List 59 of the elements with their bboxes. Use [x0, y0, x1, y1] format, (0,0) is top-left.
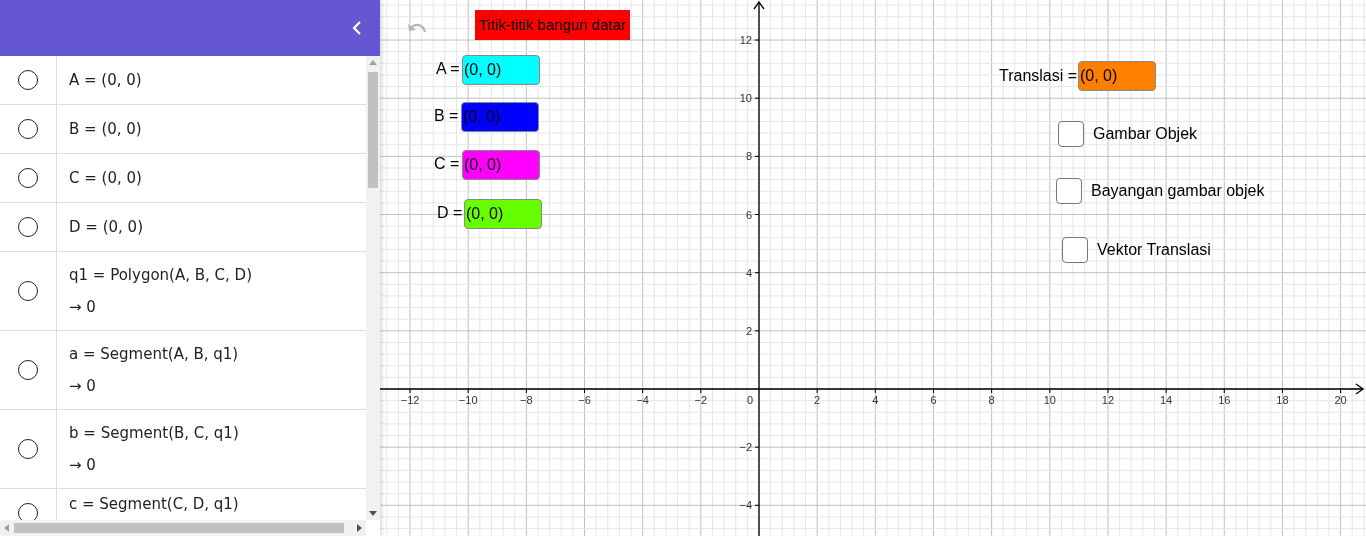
- chevron-left-icon[interactable]: [352, 21, 362, 35]
- translation-label: Translasi =: [999, 67, 1078, 85]
- tick-label: 18: [1276, 394, 1289, 406]
- input-field[interactable]: (0, 0): [1078, 61, 1156, 91]
- tick-label: 8: [988, 394, 995, 406]
- scroll-right-icon[interactable]: [357, 524, 362, 532]
- tick-label: −12: [400, 394, 420, 406]
- tick-label: 0: [746, 394, 754, 406]
- tick-label: −8: [520, 394, 533, 406]
- tick-label: 8: [745, 150, 752, 163]
- scrollbar-thumb[interactable]: [14, 523, 344, 533]
- checkbox[interactable]: [1056, 178, 1082, 204]
- checkbox[interactable]: [1062, 237, 1088, 263]
- algebra-expression[interactable]: D = (0, 0): [69, 218, 354, 236]
- point-label: B =: [434, 107, 459, 125]
- tick-label: 16: [1218, 394, 1231, 406]
- algebra-expression[interactable]: B = (0, 0): [69, 120, 354, 138]
- tick-label: −10: [458, 394, 478, 406]
- tick-label: −4: [636, 394, 649, 406]
- tick-label: −2: [694, 394, 708, 406]
- tick-label: 12: [1101, 394, 1115, 406]
- algebra-expression[interactable]: C = (0, 0): [69, 169, 354, 187]
- tick-label: 20: [1334, 394, 1347, 406]
- horizontal-scrollbar[interactable]: [0, 520, 366, 536]
- algebra-expression[interactable]: q1 = Polygon(A, B, C, D): [69, 266, 354, 284]
- tick-label: 12: [739, 34, 752, 47]
- scrollbar-thumb[interactable]: [368, 72, 378, 188]
- vertical-scrollbar[interactable]: [366, 56, 380, 520]
- algebra-result: → 0: [69, 298, 97, 316]
- tick-label: 2: [814, 394, 821, 406]
- title-label: Titik-titik bangun datar: [475, 10, 630, 40]
- algebra-result: → 0: [69, 456, 97, 474]
- tick-label: 6: [745, 208, 752, 221]
- algebra-expression[interactable]: c = Segment(C, D, q1): [69, 495, 354, 513]
- tick-label: 14: [1160, 394, 1173, 406]
- input-field[interactable]: (0, 0): [462, 55, 540, 85]
- algebra-expression[interactable]: b = Segment(B, C, q1): [69, 424, 354, 442]
- tick-label: −2: [739, 441, 752, 454]
- tick-label: 2: [745, 324, 752, 337]
- tick-label: 10: [739, 92, 752, 105]
- point-label: D =: [437, 204, 463, 222]
- input-field[interactable]: (0, 0): [462, 150, 540, 180]
- point-label: A =: [436, 60, 460, 78]
- tick-label: −4: [739, 499, 752, 512]
- tick-label: 6: [930, 394, 937, 406]
- checkbox-label[interactable]: Vektor Translasi: [1097, 241, 1211, 259]
- tick-label: −6: [578, 394, 591, 406]
- tick-label: 10: [1043, 394, 1056, 406]
- algebra-result: → 0: [69, 377, 97, 395]
- point-label: C =: [434, 155, 460, 173]
- input-field[interactable]: (0, 0): [464, 199, 542, 229]
- algebra-expression[interactable]: A = (0, 0): [69, 71, 354, 89]
- tick-label: 4: [872, 394, 879, 406]
- tick-label: 4: [745, 266, 752, 279]
- checkbox[interactable]: [1058, 121, 1084, 147]
- algebra-expression[interactable]: a = Segment(A, B, q1): [69, 345, 354, 363]
- scroll-down-icon[interactable]: [369, 511, 377, 516]
- checkbox-label[interactable]: Gambar Objek: [1093, 125, 1198, 143]
- checkbox-label[interactable]: Bayangan gambar objek: [1091, 182, 1265, 200]
